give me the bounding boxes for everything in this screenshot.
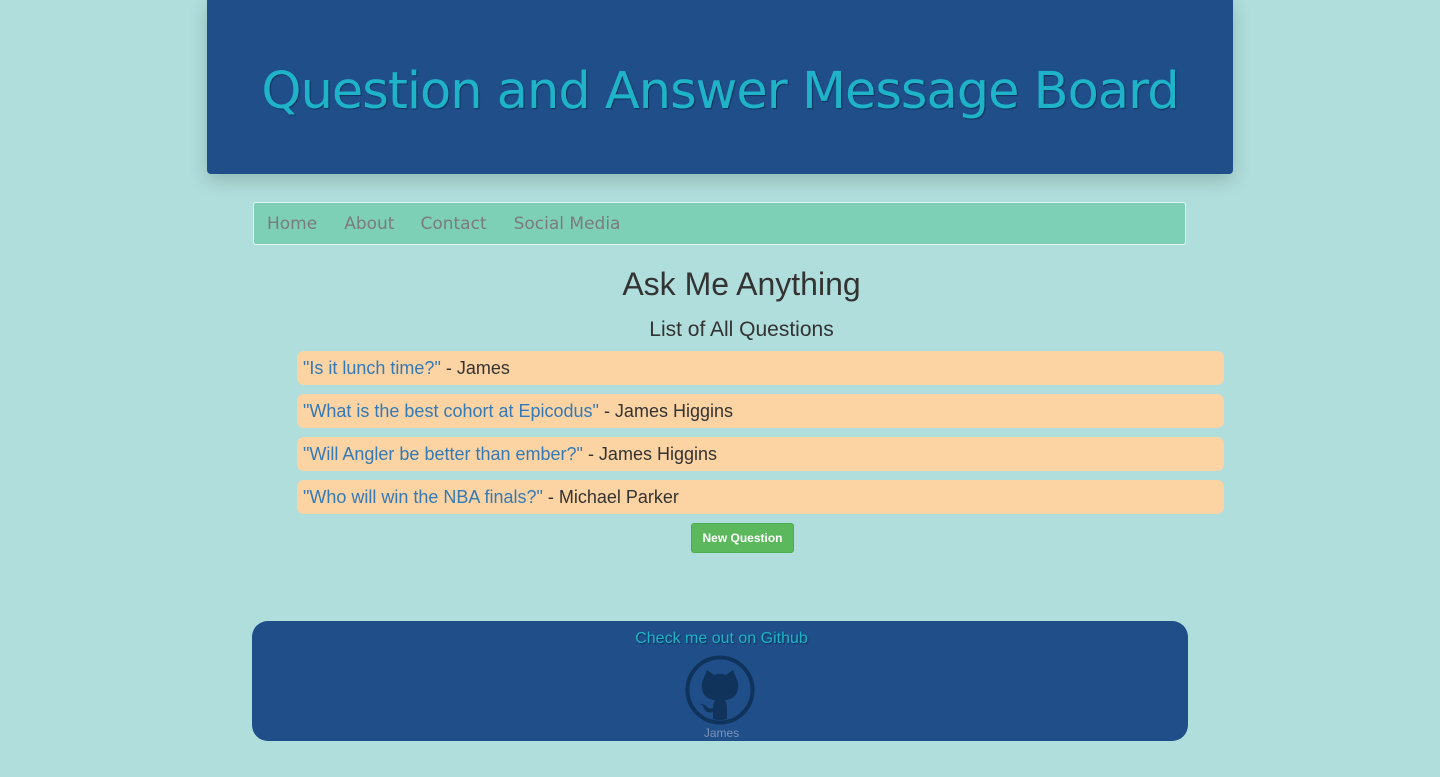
question-link[interactable]: "Who will win the NBA finals?"	[303, 487, 543, 508]
list-item: "Will Angler be better than ember?" - Ja…	[297, 437, 1224, 471]
github-octocat-icon[interactable]	[685, 655, 755, 725]
main-heading: Ask Me Anything	[622, 266, 861, 302]
questions-subheading: List of All Questions	[649, 318, 834, 341]
list-item: "Is it lunch time?" - James	[297, 351, 1224, 385]
question-link[interactable]: "Will Angler be better than ember?"	[303, 444, 583, 465]
github-link[interactable]: Check me out on Github	[252, 630, 1188, 648]
navbar: Home About Contact Social Media	[253, 202, 1186, 245]
nav-link-social-media[interactable]: Social Media	[514, 214, 621, 234]
list-item: "What is the best cohort at Epicodus" - …	[297, 394, 1224, 428]
nav-link-home[interactable]: Home	[267, 214, 317, 234]
footer: Check me out on Github James	[252, 621, 1188, 741]
question-author: - James Higgins	[598, 400, 733, 421]
question-link[interactable]: "What is the best cohort at Epicodus"	[303, 401, 599, 422]
question-author: - James	[440, 357, 510, 378]
new-question-button[interactable]: New Question	[691, 523, 794, 553]
header-banner: Question and Answer Message Board	[207, 0, 1233, 174]
question-author: - James Higgins	[582, 443, 717, 464]
list-item: "Who will win the NBA finals?" - Michael…	[297, 480, 1224, 514]
question-list: "Is it lunch time?" - James "What is the…	[297, 351, 1224, 523]
question-link[interactable]: "Is it lunch time?"	[303, 358, 441, 379]
nav-link-about[interactable]: About	[344, 214, 394, 234]
nav-link-contact[interactable]: Contact	[420, 214, 486, 234]
question-author: - Michael Parker	[542, 486, 679, 507]
page-title: Question and Answer Message Board	[261, 61, 1179, 121]
github-caption: James	[703, 726, 740, 740]
